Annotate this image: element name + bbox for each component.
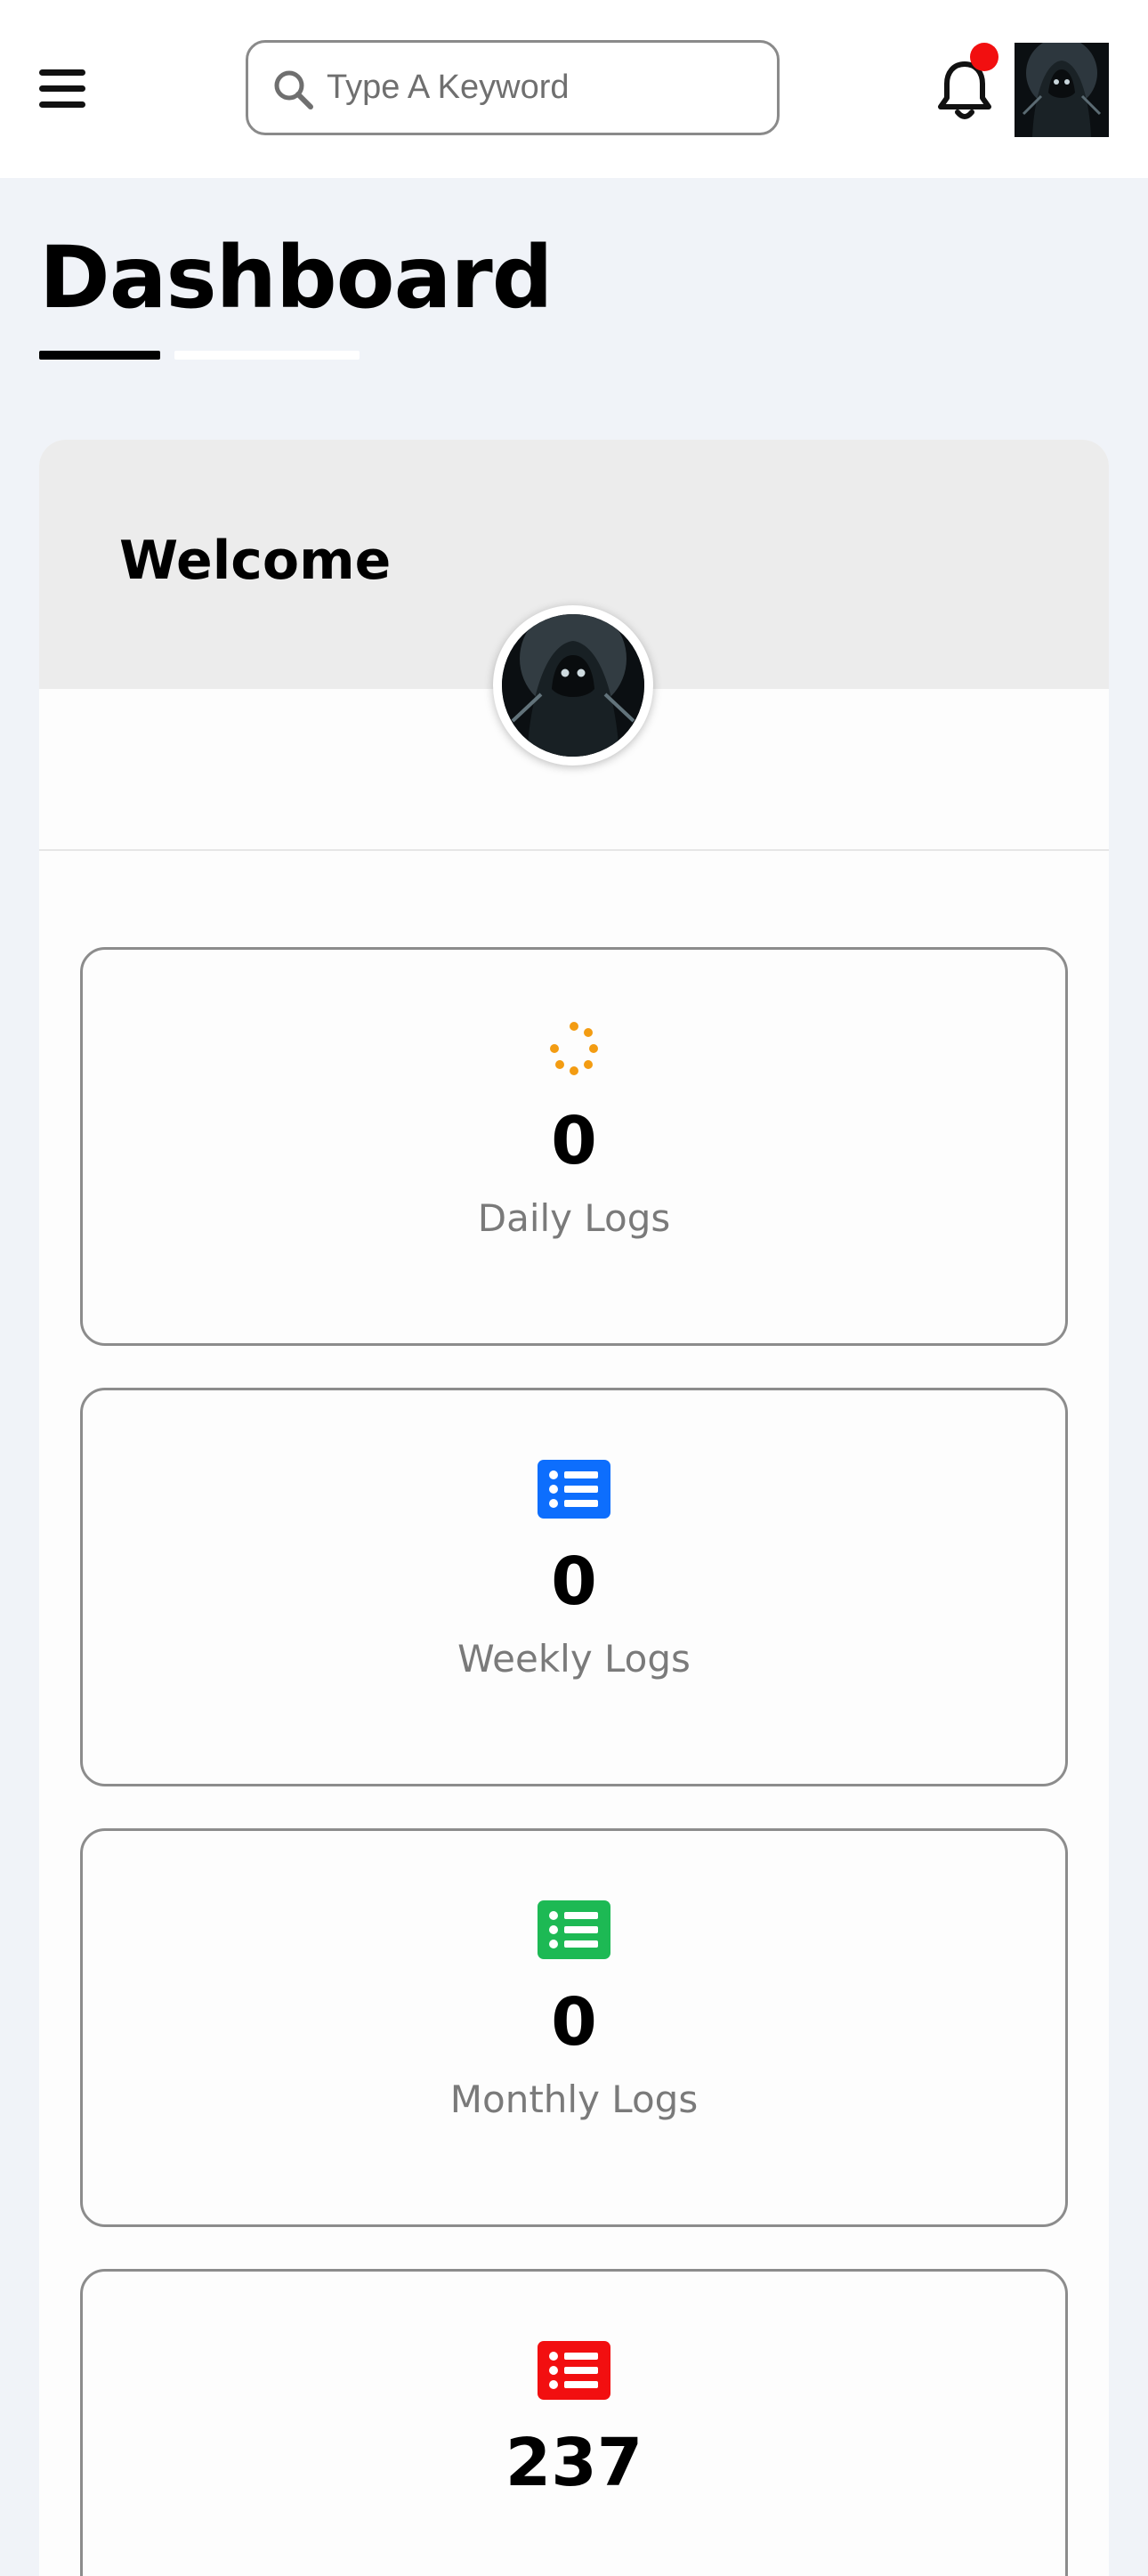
monthly-logs-card[interactable]: 0 Monthly Logs bbox=[80, 1828, 1068, 2227]
welcome-card: Welcome 0 Daily Logs 0 Weekly Logs 0 Mon… bbox=[39, 440, 1109, 2576]
list-icon bbox=[538, 2341, 610, 2400]
stat-label: Weekly Logs bbox=[457, 1637, 691, 1681]
search-icon bbox=[274, 70, 313, 109]
total-logs-card[interactable]: 237 bbox=[80, 2269, 1068, 2576]
page-title: Dashboard bbox=[39, 228, 553, 328]
title-underline-track bbox=[174, 351, 360, 360]
stat-label: Monthly Logs bbox=[449, 2078, 699, 2121]
avatar-image bbox=[502, 614, 644, 757]
title-underline-accent bbox=[39, 351, 160, 360]
stat-label: Daily Logs bbox=[477, 1196, 671, 1240]
weekly-logs-card[interactable]: 0 Weekly Logs bbox=[80, 1388, 1068, 1786]
divider bbox=[39, 849, 1109, 851]
user-avatar[interactable] bbox=[1015, 43, 1109, 137]
search-input[interactable] bbox=[327, 55, 754, 119]
search-box[interactable] bbox=[246, 40, 780, 135]
loading-spinner-icon bbox=[550, 1022, 598, 1075]
notification-badge bbox=[970, 43, 998, 71]
welcome-heading: Welcome bbox=[119, 530, 392, 592]
top-navbar bbox=[0, 0, 1148, 178]
list-icon bbox=[538, 1900, 610, 1959]
avatar-image bbox=[1015, 43, 1109, 137]
list-icon bbox=[538, 1460, 610, 1519]
stat-value: 237 bbox=[505, 2425, 643, 2501]
daily-logs-card[interactable]: 0 Daily Logs bbox=[80, 947, 1068, 1346]
profile-avatar[interactable] bbox=[493, 605, 653, 766]
menu-icon[interactable] bbox=[39, 69, 85, 109]
stat-value: 0 bbox=[551, 1103, 597, 1179]
stat-value: 0 bbox=[551, 1543, 597, 1620]
stat-value: 0 bbox=[551, 1984, 597, 2061]
